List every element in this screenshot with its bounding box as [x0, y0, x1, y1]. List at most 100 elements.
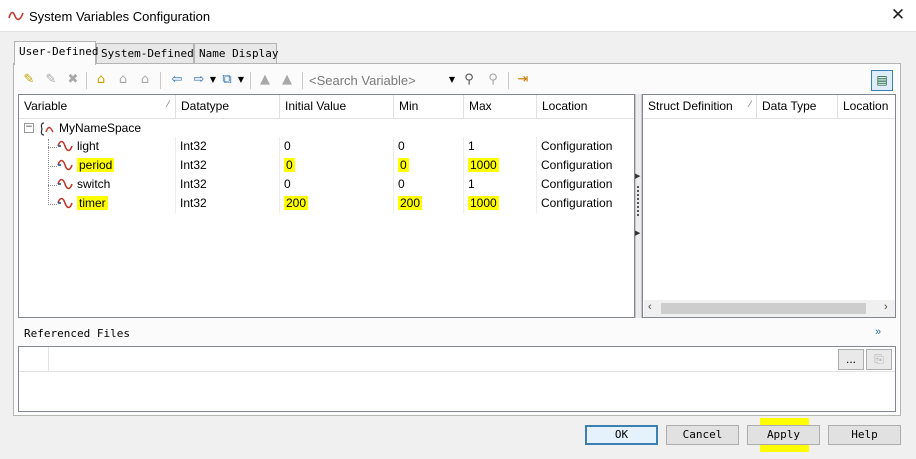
- cell-location: Configuration: [541, 177, 613, 191]
- edit-variable-icon[interactable]: ✎: [42, 71, 60, 89]
- variable-icon: [57, 197, 73, 209]
- column-header-datatype[interactable]: Datatype: [176, 95, 280, 119]
- edit-namespace-icon[interactable]: ⌂: [114, 71, 132, 89]
- row-header-cell: [19, 347, 49, 371]
- namespace-icon: [40, 122, 54, 136]
- cell-variable: light: [73, 137, 176, 156]
- tree-line: [48, 185, 57, 186]
- tab-system-defined[interactable]: System-Defined: [96, 43, 194, 64]
- delete-namespace-icon[interactable]: ⌂: [136, 71, 154, 89]
- new-namespace-icon[interactable]: ⌂: [92, 71, 110, 89]
- referenced-files-header: Referenced Files »: [18, 323, 896, 345]
- referenced-files-title: Referenced Files: [24, 327, 130, 340]
- tab-user-defined[interactable]: User-Defined: [14, 41, 98, 65]
- apply-button[interactable]: Apply: [747, 425, 820, 445]
- cell-variable: period: [73, 156, 176, 175]
- cell-initial-value[interactable]: 200: [280, 194, 394, 213]
- chevron-down-icon[interactable]: ▼: [232, 71, 250, 89]
- cell-datatype: Int32: [176, 137, 280, 156]
- cell-initial-value[interactable]: 0: [280, 156, 394, 175]
- search-input[interactable]: <Search Variable>: [309, 71, 454, 91]
- scroll-right-icon[interactable]: ›: [884, 301, 888, 313]
- new-variable-icon[interactable]: ✎: [20, 71, 38, 89]
- cell-location: Configuration: [541, 196, 613, 210]
- cancel-button[interactable]: Cancel: [666, 425, 739, 445]
- panel-splitter[interactable]: ▶ ▶: [635, 94, 642, 318]
- cell-initial-value[interactable]: 0: [280, 175, 394, 194]
- column-header-initial-value[interactable]: Initial Value: [280, 95, 394, 119]
- delete-variable-icon[interactable]: ✖: [64, 71, 82, 89]
- column-header-data-type[interactable]: Data Type: [757, 95, 838, 119]
- cell-datatype: Int32: [176, 156, 280, 175]
- struct-definition-table: Struct Definition ⁄ Data Type Location ‹ …: [642, 94, 896, 318]
- column-header-variable[interactable]: Variable ⁄: [19, 95, 176, 119]
- toolbar-separator: [302, 72, 303, 89]
- move-down-icon[interactable]: ▲: [278, 71, 296, 89]
- variable-icon: [57, 178, 73, 190]
- column-header-max[interactable]: Max: [464, 95, 537, 119]
- cell-max[interactable]: 1: [464, 137, 537, 156]
- column-header-location[interactable]: Location: [838, 95, 895, 119]
- ok-button[interactable]: OK: [585, 425, 658, 445]
- scroll-left-icon[interactable]: ‹: [648, 301, 652, 313]
- namespace-row[interactable]: − MyNameSpace: [19, 119, 634, 138]
- variables-table: Variable ⁄ Datatype Initial Value Min Max…: [18, 94, 635, 318]
- column-header-struct-definition[interactable]: Struct Definition ⁄: [643, 95, 757, 119]
- tree-line: [48, 166, 57, 167]
- collapse-toggle-icon[interactable]: −: [24, 123, 34, 133]
- window-title: System Variables Configuration: [29, 9, 211, 24]
- table-row[interactable]: period Int32 0 0 1000 Configuration: [19, 156, 634, 175]
- cell-variable: switch: [73, 175, 176, 194]
- splitter-grip-icon[interactable]: [637, 186, 639, 216]
- cell-location: Configuration: [541, 139, 613, 153]
- cell-min[interactable]: 0: [394, 156, 464, 175]
- column-header-location[interactable]: Location: [537, 95, 634, 119]
- cell-max[interactable]: 1000: [464, 156, 537, 175]
- toolbar-separator: [160, 72, 161, 89]
- search-dropdown-icon[interactable]: ▼: [443, 71, 461, 89]
- go-to-icon[interactable]: ⇥: [514, 71, 532, 89]
- tree-line: [48, 147, 57, 148]
- cell-min[interactable]: 200: [394, 194, 464, 213]
- move-up-icon[interactable]: ▲: [256, 71, 274, 89]
- toggle-struct-panel-button[interactable]: ▤: [871, 70, 893, 91]
- title-bar: System Variables Configuration ✕: [0, 0, 916, 32]
- import-icon[interactable]: ⇦: [168, 71, 186, 89]
- namespace-label: MyNameSpace: [59, 121, 142, 135]
- table-row[interactable]: switch Int32 0 0 1 Configuration: [19, 175, 634, 194]
- variable-icon: [57, 159, 73, 171]
- tab-name-display[interactable]: Name Display: [194, 43, 278, 64]
- column-header-min[interactable]: Min: [394, 95, 464, 119]
- scrollbar-thumb[interactable]: [661, 303, 866, 314]
- variable-icon: [57, 140, 73, 152]
- splitter-arrow-icon[interactable]: ▶: [635, 172, 640, 180]
- cell-max[interactable]: 1: [464, 175, 537, 194]
- remove-file-icon[interactable]: ⎘: [866, 349, 892, 370]
- cell-max[interactable]: 1000: [464, 194, 537, 213]
- referenced-files-list: ... ⎘: [18, 346, 896, 412]
- system-variable-icon: [8, 11, 24, 21]
- cell-datatype: Int32: [176, 194, 280, 213]
- cell-initial-value[interactable]: 0: [280, 137, 394, 156]
- cell-location: Configuration: [541, 158, 613, 172]
- cell-min[interactable]: 0: [394, 175, 464, 194]
- tree-line: [48, 204, 57, 205]
- cell-datatype: Int32: [176, 175, 280, 194]
- collapse-icon[interactable]: »: [875, 326, 881, 338]
- browse-button[interactable]: ...: [838, 349, 864, 370]
- struct-header: Struct Definition ⁄ Data Type Location: [643, 95, 895, 119]
- splitter-arrow-icon[interactable]: ▶: [635, 229, 640, 237]
- table-header: Variable ⁄ Datatype Initial Value Min Max…: [19, 95, 634, 119]
- help-button[interactable]: Help: [828, 425, 901, 445]
- toolbar-separator: [508, 72, 509, 89]
- close-button[interactable]: ✕: [884, 4, 912, 28]
- cell-variable: timer: [73, 194, 176, 213]
- find-icon[interactable]: ⚲: [460, 71, 478, 89]
- table-row[interactable]: timer Int32 200 200 1000 Configuration: [19, 194, 634, 213]
- table-row[interactable]: light Int32 0 0 1 Configuration: [19, 137, 634, 156]
- toolbar-separator: [86, 72, 87, 89]
- cell-min[interactable]: 0: [394, 137, 464, 156]
- list-item[interactable]: ... ⎘: [19, 347, 895, 372]
- horizontal-scrollbar[interactable]: ‹ ›: [644, 300, 895, 317]
- find-next-icon[interactable]: ⚲: [484, 71, 502, 89]
